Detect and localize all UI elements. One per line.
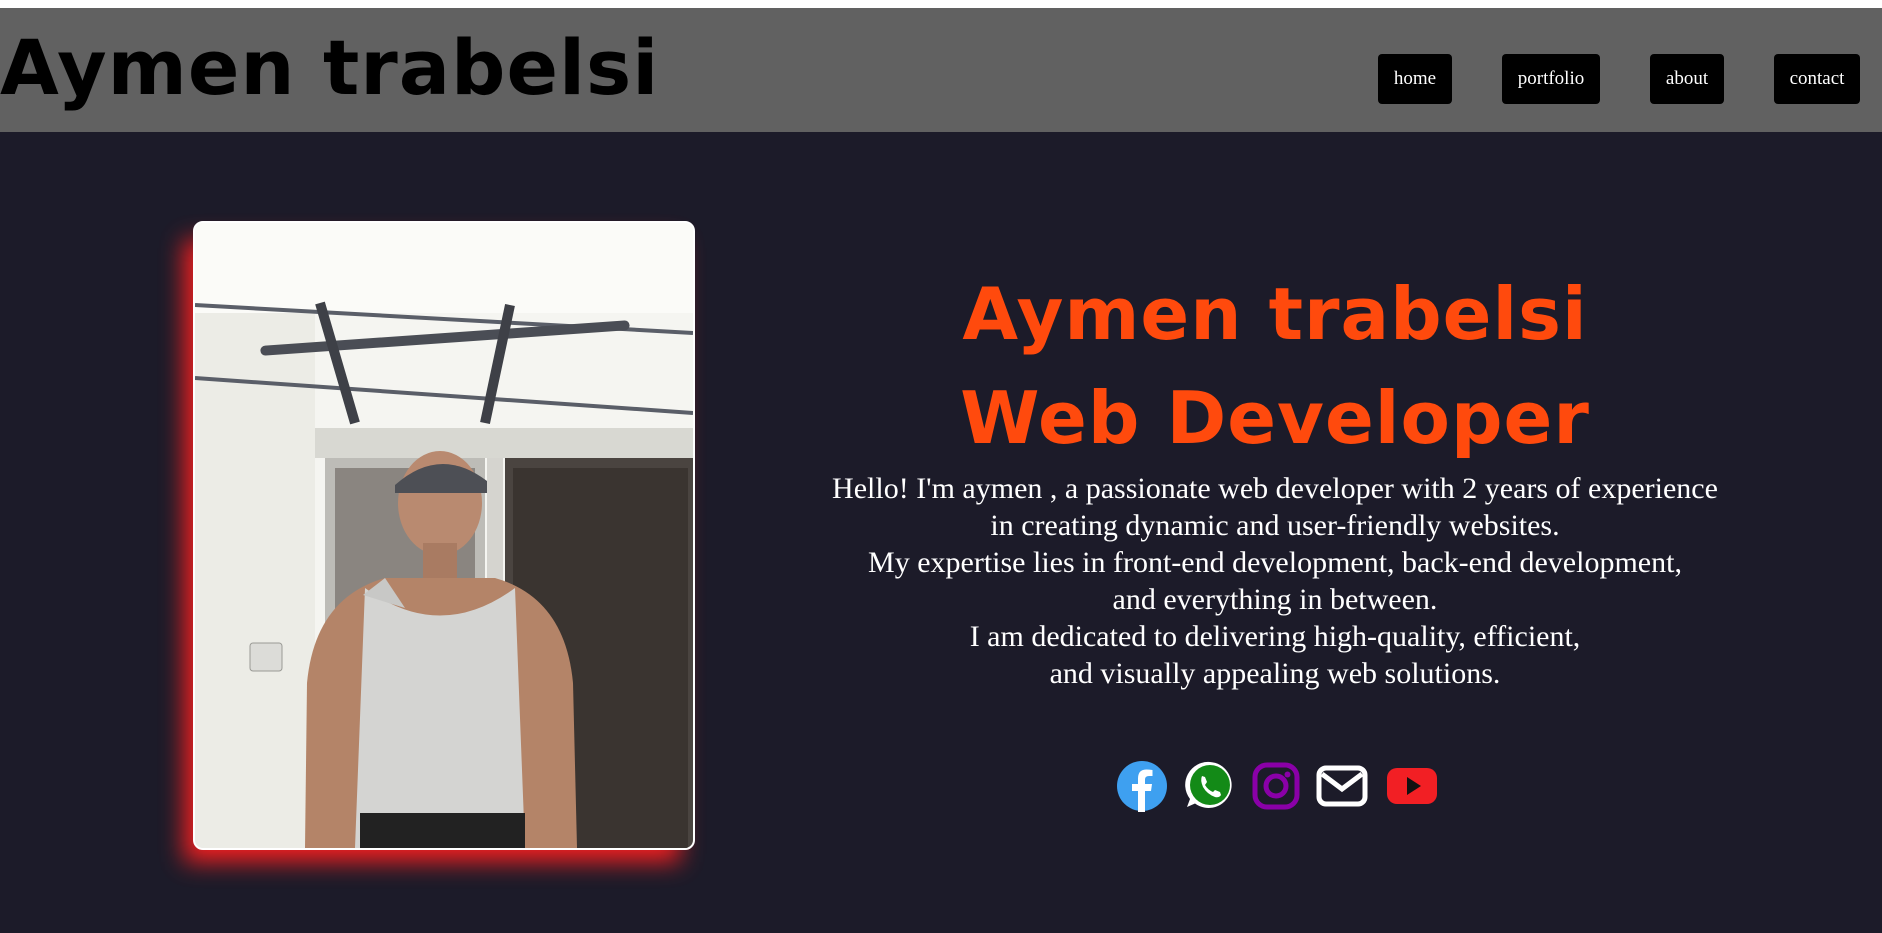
- site-header: Aymen trabelsi home portfolio about cont…: [0, 8, 1882, 132]
- nav-home[interactable]: home: [1378, 54, 1452, 104]
- social-links: [1110, 760, 1450, 820]
- nav-about[interactable]: about: [1650, 54, 1724, 104]
- whatsapp-icon[interactable]: [1184, 760, 1236, 812]
- profile-photo: [193, 221, 695, 850]
- hero-section: Aymen trabelsi Web Developer Hello! I'm …: [760, 262, 1790, 692]
- hero-name: Aymen trabelsi: [962, 272, 1588, 356]
- nav-portfolio[interactable]: portfolio: [1502, 54, 1600, 104]
- browser-top-strip: [0, 0, 1882, 8]
- profile-photo-illustration: [195, 223, 693, 848]
- bio-line: and visually appealing web solutions.: [1049, 657, 1501, 690]
- bio-line: Hello! I'm aymen , a passionate web deve…: [832, 472, 1718, 505]
- hero-role: Web Developer: [960, 376, 1590, 460]
- hero-bio: Hello! I'm aymen , a passionate web deve…: [760, 470, 1790, 692]
- instagram-icon[interactable]: [1250, 760, 1302, 812]
- main-nav: home portfolio about contact: [0, 46, 1882, 104]
- facebook-icon[interactable]: [1116, 760, 1168, 812]
- bio-line: I am dedicated to delivering high-qualit…: [969, 620, 1581, 653]
- mail-icon[interactable]: [1316, 760, 1368, 812]
- bio-line: in creating dynamic and user-friendly we…: [990, 509, 1560, 542]
- nav-contact[interactable]: contact: [1774, 54, 1860, 104]
- bio-line: My expertise lies in front-end developme…: [868, 546, 1682, 579]
- youtube-icon[interactable]: [1386, 760, 1438, 812]
- bio-line: and everything in between.: [1112, 583, 1438, 616]
